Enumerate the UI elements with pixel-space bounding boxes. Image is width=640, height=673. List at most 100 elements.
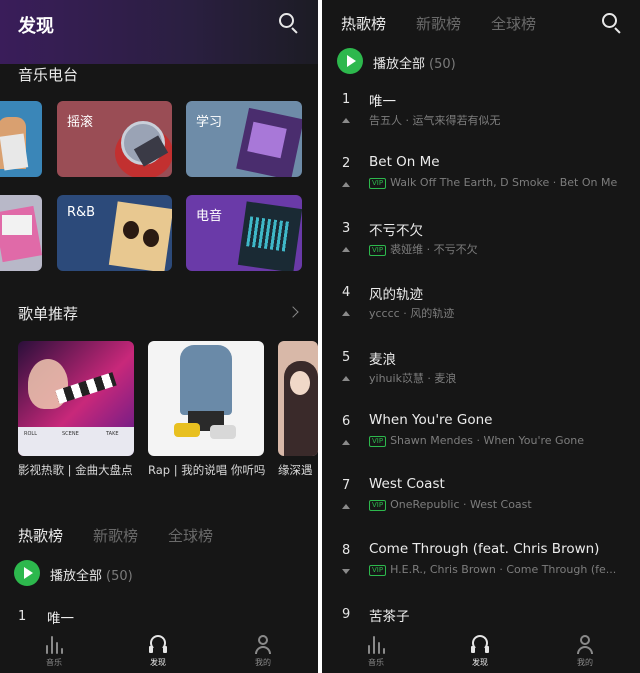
radio-card-label: R&B	[67, 205, 96, 220]
discover-screen: 发现 音乐电台 摇滚 学习 R&B 电音 歌单推荐 ROLL SCENE TAK…	[0, 0, 318, 673]
nav-label: 发现	[472, 658, 488, 667]
song-subtitle: ycccc · 风的轨迹	[369, 305, 629, 321]
vip-badge: VIP	[369, 500, 387, 511]
tab-global-chart[interactable]: 全球榜	[168, 525, 213, 546]
nav-label: 我的	[255, 658, 271, 667]
play-all-count: (50)	[429, 57, 456, 72]
trend-up-icon	[342, 118, 350, 123]
radio-card-label: 摇滚	[67, 115, 94, 130]
chart-screen: 热歌榜 新歌榜 全球榜 播放全部 (50) 1 唯一 告五人 · 运气来得若有似无 2 B…	[322, 0, 640, 673]
song-title: Come Through (feat. Chris Brown)	[369, 541, 600, 557]
nav-label: 我的	[577, 658, 593, 667]
search-icon[interactable]	[601, 12, 623, 34]
song-artist-album: ycccc · 风的轨迹	[369, 307, 455, 320]
headphones-icon	[470, 634, 490, 654]
trend-up-icon	[342, 376, 350, 381]
song-row[interactable]: 4 风的轨迹 ycccc · 风的轨迹	[322, 281, 640, 345]
play-all-icon[interactable]	[337, 48, 363, 74]
play-all-icon[interactable]	[14, 560, 40, 586]
song-title: 麦浪	[369, 352, 396, 368]
song-subtitle: VIP H.E.R., Chris Brown · Come Through (f…	[369, 563, 629, 576]
tab-global-chart[interactable]: 全球榜	[491, 13, 536, 34]
song-title: 唯一	[47, 611, 74, 627]
playlist-title[interactable]: 缘深遇	[278, 462, 318, 478]
trend-up-icon	[342, 504, 350, 509]
music-bars-icon	[44, 634, 64, 654]
song-subtitle: 告五人 · 运气来得若有似无	[369, 112, 629, 128]
nav-label: 音乐	[46, 658, 62, 667]
radio-card-electronic[interactable]: 电音	[186, 195, 302, 271]
chevron-right-icon[interactable]	[287, 306, 299, 318]
play-all-button[interactable]: 播放全部 (50)	[373, 53, 456, 72]
vip-badge: VIP	[369, 436, 387, 447]
song-subtitle: VIP OneRepublic · West Coast	[369, 498, 629, 511]
radio-card-partial[interactable]	[0, 195, 42, 271]
tab-hot-chart[interactable]: 热歌榜	[341, 13, 386, 34]
nav-label: 发现	[150, 658, 166, 667]
song-title: 苦茶子	[369, 609, 410, 625]
song-row[interactable]: 6 When You're Gone VIP Shawn Mendes · When …	[322, 410, 640, 474]
trend-up-icon	[342, 182, 350, 187]
play-all-count: (50)	[106, 569, 133, 584]
song-rank: 5	[342, 350, 351, 365]
clapper-text: TAKE	[106, 431, 119, 437]
person-icon	[253, 634, 273, 654]
song-artist-album: H.E.R., Chris Brown · Come Through (fe..…	[390, 563, 617, 576]
play-all-label: 播放全部	[50, 569, 103, 584]
playlist-title[interactable]: Rap | 我的说唱 你听吗	[148, 462, 266, 478]
song-rank: 9	[342, 607, 351, 622]
radio-card-partial[interactable]	[0, 101, 42, 177]
song-rank: 6	[342, 414, 351, 429]
trend-up-icon	[342, 440, 350, 445]
song-row[interactable]: 5 麦浪 yihuik苡慧 · 麦浪	[322, 346, 640, 410]
song-rank: 2	[342, 156, 351, 171]
bottom-nav: 音乐 发现 我的	[0, 627, 318, 673]
song-title: West Coast	[369, 476, 445, 492]
play-all-button[interactable]: 播放全部 (50)	[50, 565, 133, 584]
play-all-label: 播放全部	[373, 57, 426, 72]
trend-down-icon	[342, 569, 350, 574]
song-artist-album: 裘娅维 · 不亏不欠	[390, 243, 478, 256]
tab-new-chart[interactable]: 新歌榜	[93, 525, 138, 546]
song-title: 不亏不欠	[369, 223, 423, 239]
song-subtitle: VIP Shawn Mendes · When You're Gone	[369, 434, 629, 447]
song-subtitle: VIP 裘娅维 · 不亏不欠	[369, 241, 629, 257]
bottom-nav: 音乐 发现 我的	[322, 627, 640, 673]
radio-card-rnb[interactable]: R&B	[57, 195, 172, 271]
song-artist-album: Shawn Mendes · When You're Gone	[390, 434, 585, 447]
song-row[interactable]: 3 不亏不欠 VIP 裘娅维 · 不亏不欠	[322, 217, 640, 281]
clapper-text: ROLL	[24, 431, 37, 437]
radio-card-label: 电音	[196, 209, 223, 224]
song-artist-album: OneRepublic · West Coast	[390, 498, 532, 511]
radio-card-rock[interactable]: 摇滚	[57, 101, 172, 177]
song-artist-album: 告五人 · 运气来得若有似无	[369, 114, 501, 127]
radio-card-study[interactable]: 学习	[186, 101, 302, 177]
radio-section-title: 音乐电台	[18, 66, 79, 84]
vip-badge: VIP	[369, 245, 387, 256]
search-icon[interactable]	[278, 12, 300, 34]
tab-new-chart[interactable]: 新歌榜	[416, 13, 461, 34]
playlist-section-title: 歌单推荐	[18, 305, 79, 323]
song-rank: 4	[342, 285, 351, 300]
playlist-cover[interactable]	[278, 341, 318, 456]
song-subtitle: VIP Walk Off The Earth, D Smoke · Bet On …	[369, 176, 629, 189]
song-artist-album: Walk Off The Earth, D Smoke · Bet On Me	[390, 176, 618, 189]
playlist-cover[interactable]: ROLL SCENE TAKE	[18, 341, 134, 456]
music-bars-icon	[366, 634, 386, 654]
nav-label: 音乐	[368, 658, 384, 667]
song-row[interactable]: 7 West Coast VIP OneRepublic · West Coast	[322, 474, 640, 538]
song-row[interactable]: 8 Come Through (feat. Chris Brown) VIP H.E.…	[322, 539, 640, 603]
discover-header: 发现	[0, 0, 318, 64]
song-subtitle: yihuik苡慧 · 麦浪	[369, 370, 629, 386]
trend-up-icon	[342, 311, 350, 316]
trend-up-icon	[342, 247, 350, 252]
song-title: 风的轨迹	[369, 287, 423, 303]
playlist-cover[interactable]	[148, 341, 264, 456]
vip-badge: VIP	[369, 565, 387, 576]
song-title: When You're Gone	[369, 412, 493, 428]
song-row[interactable]: 2 Bet On Me VIP Walk Off The Earth, D Smoke…	[322, 152, 640, 216]
song-row[interactable]: 1 唯一 告五人 · 运气来得若有似无	[322, 88, 640, 152]
tab-hot-chart[interactable]: 热歌榜	[18, 525, 63, 546]
playlist-title[interactable]: 影视热歌 | 金曲大盘点	[18, 462, 136, 478]
clapper-text: SCENE	[62, 431, 79, 437]
